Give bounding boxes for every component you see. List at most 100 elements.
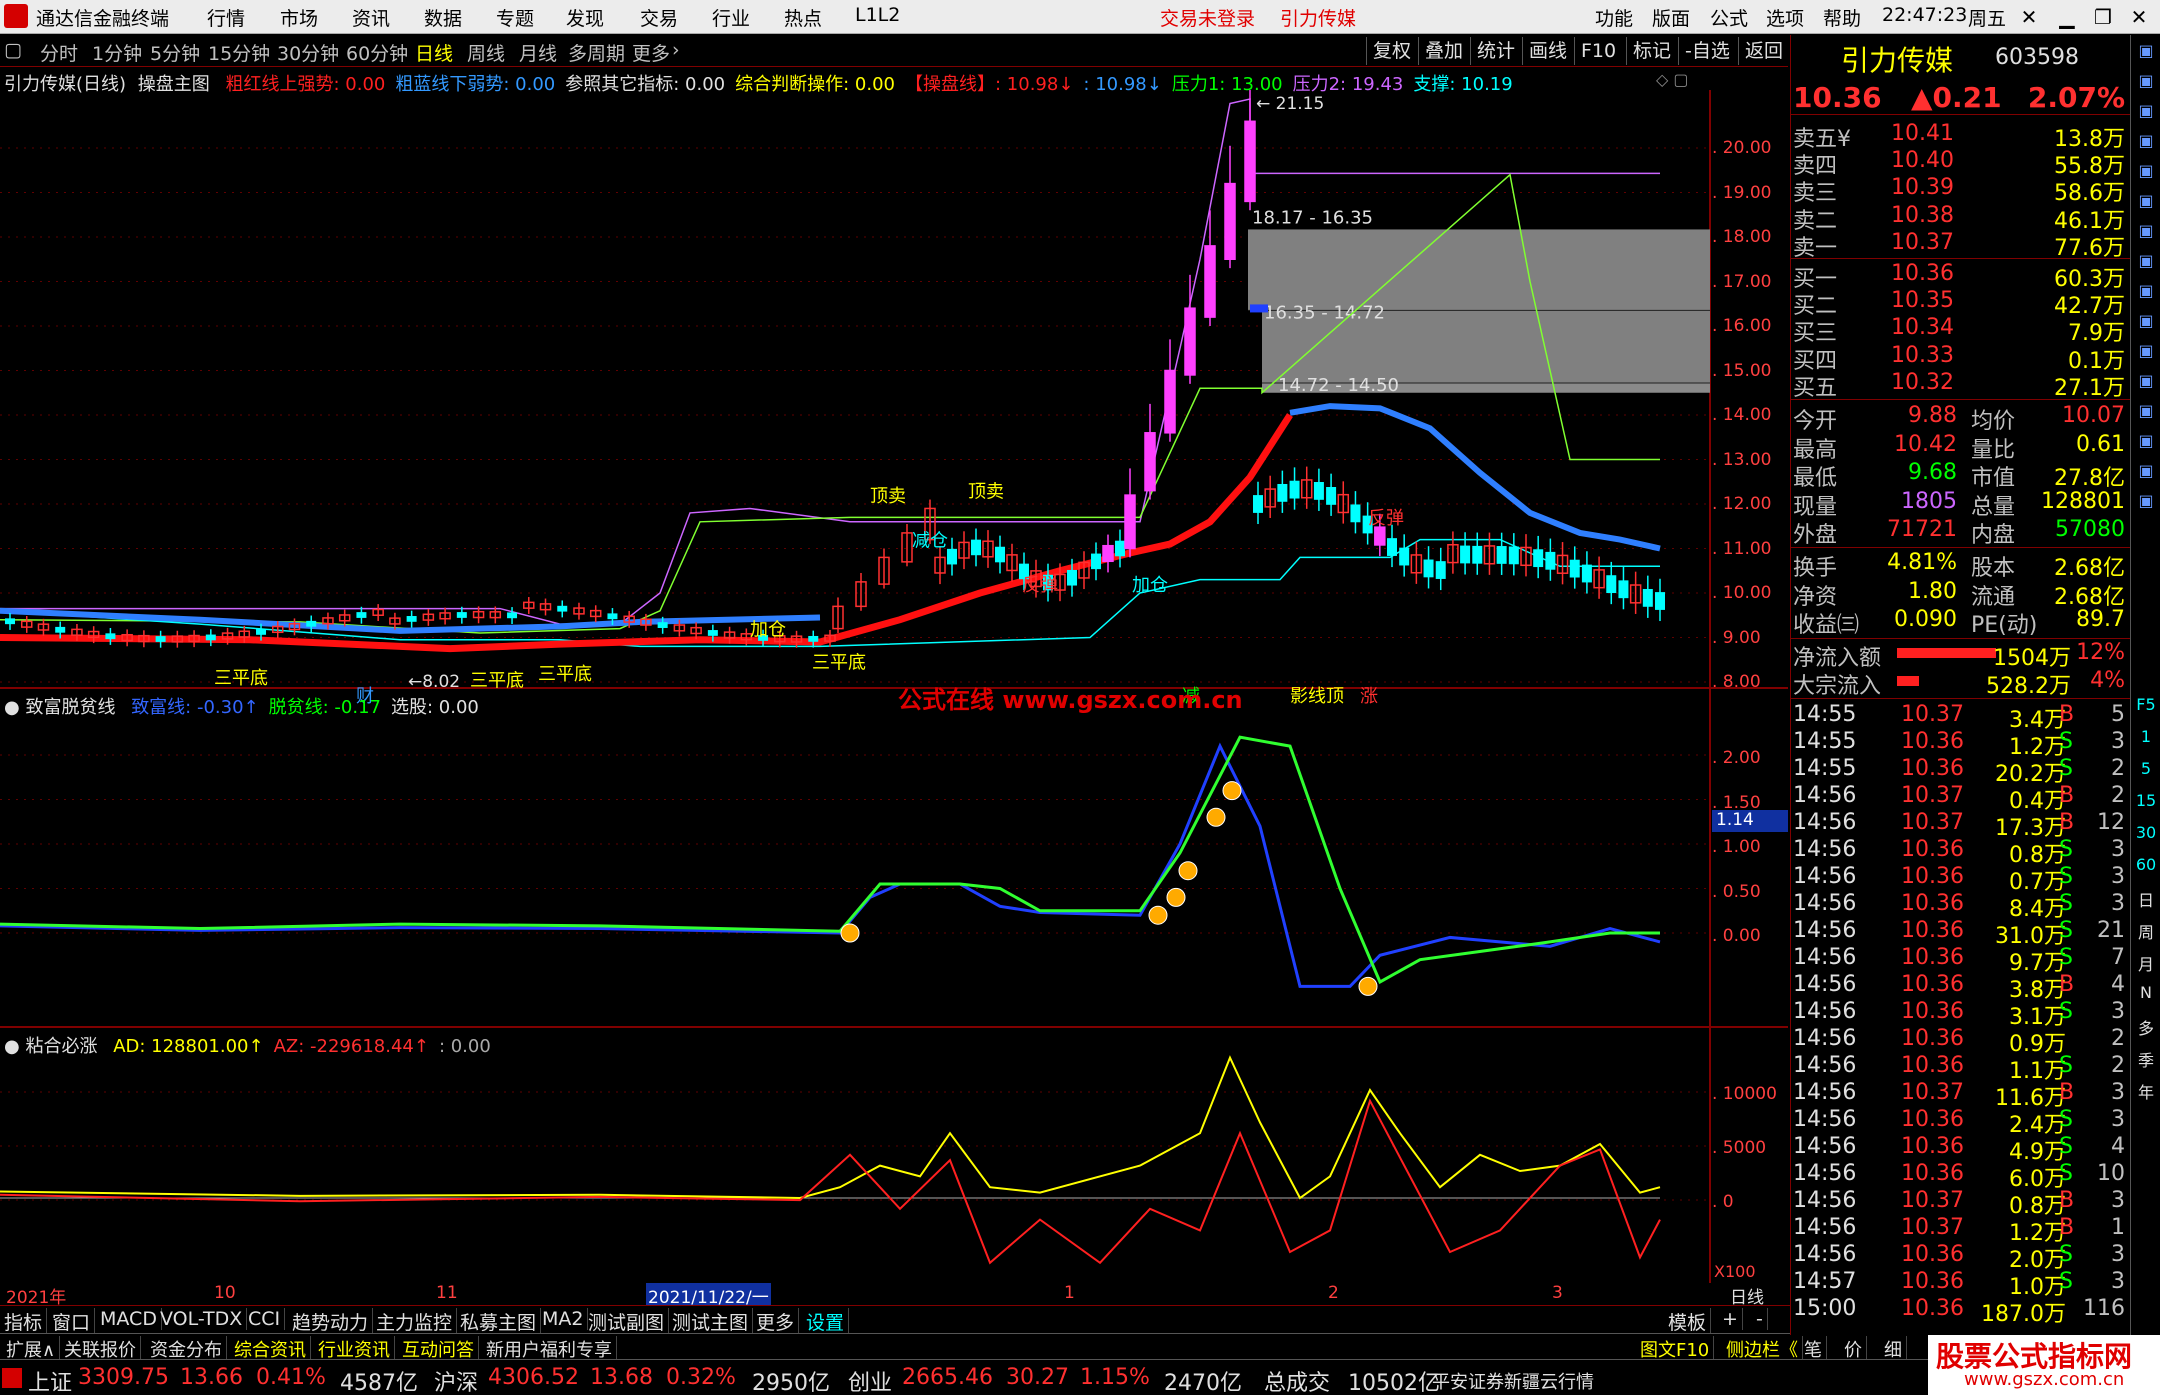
candle-body[interactable]: [456, 612, 467, 618]
candle-body[interactable]: [657, 622, 668, 628]
candle-body[interactable]: [1374, 526, 1386, 546]
login-status[interactable]: 交易未登录: [1160, 4, 1255, 31]
tick-row[interactable]: 14:56 10.36 3.8万 B 4: [1791, 972, 2131, 1003]
candle-body[interactable]: [1655, 592, 1665, 610]
candle-body[interactable]: [507, 612, 518, 619]
tick-row[interactable]: 14:56 10.36 6.0万 S 10: [1791, 1161, 2131, 1192]
candle-body[interactable]: [1496, 546, 1507, 564]
candle-body[interactable]: [1423, 559, 1434, 578]
tab-ma2[interactable]: MA2: [542, 1308, 589, 1330]
candle-body[interactable]: [1533, 549, 1544, 568]
tick-row[interactable]: 14:55 10.36 1.2万 S 3: [1791, 729, 2131, 760]
candle-body[interactable]: [1091, 553, 1101, 570]
btn-fuquan[interactable]: 复权: [1366, 37, 1417, 65]
candle-body[interactable]: [808, 635, 819, 642]
tick-row[interactable]: 14:56 10.36 0.8万 S 3: [1791, 837, 2131, 868]
candle-body[interactable]: [1472, 545, 1483, 564]
menu-l1l2[interactable]: L1L2: [855, 4, 900, 26]
rsi-icon[interactable]: ▣: [2131, 401, 2160, 420]
tick-row[interactable]: 15:00 10.36 187.0万 116: [1791, 1296, 2131, 1327]
candle-body[interactable]: [406, 616, 417, 622]
tick-row[interactable]: 14:55 10.36 20.2万 S 2: [1791, 756, 2131, 787]
sidebar-period-6[interactable]: 日: [2131, 887, 2160, 911]
candle-body[interactable]: [1399, 547, 1410, 566]
period-15min[interactable]: 15分钟: [208, 39, 270, 66]
tick-row[interactable]: 14:56 10.37 0.4万 B 2: [1791, 783, 2131, 814]
zoom-out-button[interactable]: -: [1756, 1308, 1768, 1330]
bid-row[interactable]: 买二 10.35 42.7万: [1791, 288, 2131, 319]
menu-redian[interactable]: 热点: [784, 4, 822, 31]
candle-body[interactable]: [1277, 483, 1288, 502]
candle-body[interactable]: [1184, 307, 1196, 376]
buy-signal-icon[interactable]: [1166, 887, 1186, 907]
btn-zixuan[interactable]: -自选: [1678, 37, 1736, 65]
tick-row[interactable]: 14:56 10.36 3.1万 S 3: [1791, 999, 2131, 1030]
tab-macd[interactable]: MACD: [100, 1308, 162, 1330]
menu-xuanxiang[interactable]: 选项: [1766, 4, 1804, 31]
ask-row[interactable]: 卖三 10.39 58.6万: [1791, 175, 2131, 206]
candle-body[interactable]: [557, 605, 568, 612]
candle-body[interactable]: [1460, 545, 1471, 564]
sidebar-period-12[interactable]: 年: [2131, 1079, 2160, 1103]
tick-row[interactable]: 14:56 10.37 11.6万 B 3: [1791, 1080, 2131, 1111]
zoom-in-button[interactable]: +: [1722, 1308, 1743, 1330]
period-more[interactable]: 更多: [632, 39, 670, 66]
ask-row[interactable]: 卖五¥ 10.41 13.8万: [1791, 121, 2131, 152]
candle-body[interactable]: [55, 626, 66, 633]
candle-body[interactable]: [155, 636, 166, 642]
candle-body[interactable]: [1204, 245, 1216, 318]
menu-bangzhu[interactable]: 帮助: [1823, 4, 1861, 31]
candle-body[interactable]: [105, 633, 116, 640]
table-icon[interactable]: ▣: [2131, 161, 2160, 180]
btn-diejia[interactable]: 叠加: [1418, 37, 1469, 65]
ask-row[interactable]: 卖二 10.38 46.1万: [1791, 203, 2131, 234]
index-sh-name[interactable]: 上证: [28, 1365, 72, 1395]
index-cy-name[interactable]: 创业: [848, 1365, 892, 1395]
panel3-name[interactable]: 粘合必涨: [25, 1036, 97, 1057]
candle-body[interactable]: [1508, 546, 1519, 565]
close-small-icon[interactable]: ✕: [2012, 2, 2046, 32]
buy-signal-icon[interactable]: [1206, 807, 1226, 827]
candle-body[interactable]: [1350, 504, 1361, 523]
tab-template[interactable]: 模板: [1668, 1308, 1712, 1335]
tab-zhibiao[interactable]: 指标: [4, 1308, 48, 1335]
candle-body[interactable]: [1642, 588, 1653, 607]
bell-icon[interactable]: ▣: [2131, 41, 2160, 60]
sidebar-period-5[interactable]: 60: [2131, 855, 2160, 874]
menu-shuju[interactable]: 数据: [424, 4, 462, 31]
candle-body[interactable]: [1606, 575, 1617, 594]
candle-body[interactable]: [1581, 564, 1592, 583]
candle-body[interactable]: [1244, 120, 1256, 203]
candle-body[interactable]: [1435, 561, 1446, 579]
panel-menu-icon[interactable]: ▢: [4, 39, 22, 61]
bid-row[interactable]: 买三 10.34 7.9万: [1791, 315, 2131, 346]
list-icon[interactable]: ▣: [2131, 311, 2160, 330]
period-monthly[interactable]: 月线: [519, 39, 557, 66]
sidebar-period-2[interactable]: 5: [2131, 759, 2160, 778]
period-weekly[interactable]: 周线: [467, 39, 505, 66]
tick-row[interactable]: 14:56 10.36 2.4万 S 3: [1791, 1107, 2131, 1138]
sidebar-period-9[interactable]: N: [2131, 983, 2160, 1002]
candle-body[interactable]: [947, 548, 957, 565]
arrow-up-icon[interactable]: ▣: [2131, 71, 2160, 90]
tab-zhuli[interactable]: 主力监控: [376, 1308, 458, 1335]
sidebar-period-11[interactable]: 季: [2131, 1047, 2160, 1071]
period-60min[interactable]: 60分钟: [346, 39, 408, 66]
restore-icon[interactable]: ❐: [2086, 2, 2120, 32]
candle-body[interactable]: [256, 629, 267, 635]
tab-cci[interactable]: CCI: [248, 1308, 286, 1330]
candle-body[interactable]: [306, 620, 317, 627]
tick-row[interactable]: 14:56 10.37 17.3万 B 12: [1791, 810, 2131, 841]
candle-body[interactable]: [205, 634, 216, 641]
tick-row[interactable]: 14:56 10.36 8.4万 S 3: [1791, 891, 2131, 922]
candle-body[interactable]: [1102, 544, 1114, 563]
minimize-icon[interactable]: ▁: [2050, 2, 2084, 32]
btn-fanhui[interactable]: 返回: [1738, 37, 1789, 65]
sidebar-period-3[interactable]: 15: [2131, 791, 2160, 810]
sidebar-period-0[interactable]: F5: [2131, 695, 2160, 714]
candle-body[interactable]: [995, 546, 1005, 563]
tab-qushi[interactable]: 趋势动力: [292, 1308, 374, 1335]
candle-body[interactable]: [607, 613, 618, 620]
menu-hangye[interactable]: 行业: [712, 4, 750, 31]
f10-icon[interactable]: ▣: [2131, 281, 2160, 300]
